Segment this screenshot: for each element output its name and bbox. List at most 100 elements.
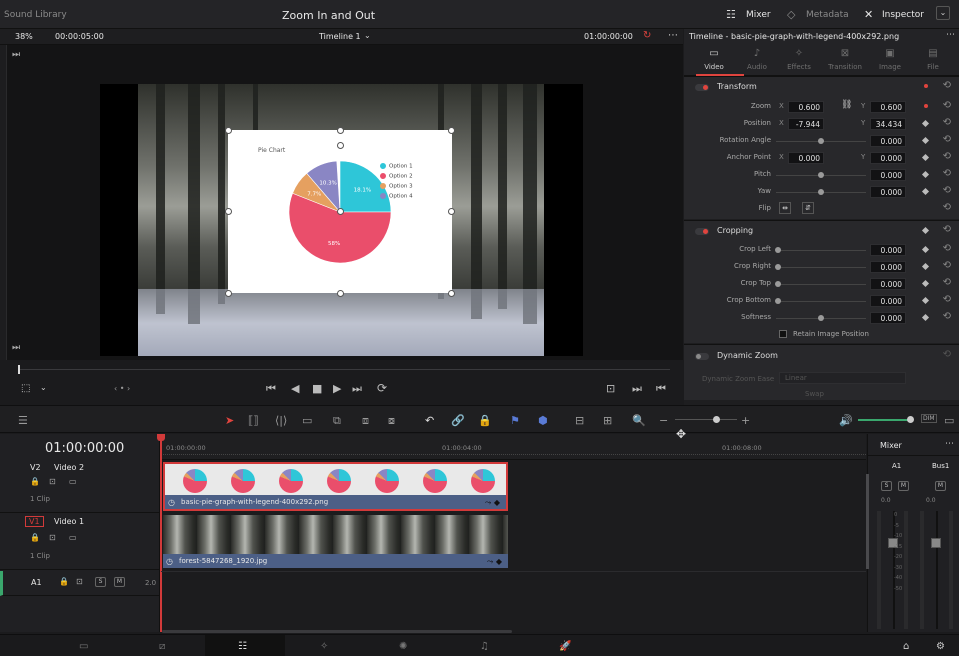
slider-knob[interactable] bbox=[818, 172, 824, 178]
zoom-level[interactable]: 38% bbox=[15, 32, 33, 41]
sound-library-label[interactable]: Sound Library bbox=[4, 10, 67, 20]
retain-checkbox[interactable] bbox=[779, 330, 787, 338]
crop-right-slider[interactable] bbox=[776, 267, 866, 268]
slider-knob[interactable] bbox=[775, 247, 781, 253]
transform-handle[interactable] bbox=[225, 290, 232, 297]
keyframe-icon[interactable] bbox=[924, 84, 928, 88]
zoom-out-icon[interactable]: − bbox=[659, 414, 668, 427]
transform-handle[interactable] bbox=[337, 127, 344, 134]
more-options-icon[interactable]: ⋯ bbox=[945, 439, 954, 449]
keyframe-icon[interactable] bbox=[924, 104, 928, 108]
metadata-icon[interactable]: ◇ bbox=[787, 8, 795, 21]
zoom-full-icon[interactable]: ⊟ bbox=[575, 414, 584, 427]
slider-knob[interactable] bbox=[775, 281, 781, 287]
slider-knob[interactable] bbox=[818, 189, 824, 195]
link-icon[interactable]: ⛓ bbox=[841, 100, 852, 110]
ease-dropdown[interactable]: Linear bbox=[779, 372, 906, 384]
transform-handle[interactable] bbox=[448, 290, 455, 297]
tab-transition[interactable]: ⊠ Transition bbox=[823, 45, 867, 76]
flag-icon[interactable]: ⚑ bbox=[510, 414, 520, 427]
track-v1[interactable]: V1 Video 1 🔒 ⊡ ▭ 1 Clip bbox=[0, 514, 160, 570]
transform-handle[interactable] bbox=[337, 290, 344, 297]
cut-page-icon[interactable]: ⧄ bbox=[159, 641, 165, 652]
marker-icon[interactable]: ⬢ bbox=[538, 414, 548, 427]
slider-knob[interactable] bbox=[775, 298, 781, 304]
metadata-button[interactable]: Metadata bbox=[806, 10, 849, 20]
skip-to-start-icon[interactable]: ⏮ bbox=[266, 382, 276, 396]
zoom-y-field[interactable]: 0.600 bbox=[870, 101, 906, 113]
loop-icon[interactable]: ⟳ bbox=[377, 381, 387, 395]
zoom-custom-icon[interactable]: 🔍 bbox=[632, 414, 646, 427]
speaker-icon[interactable]: ▭ bbox=[944, 414, 954, 427]
volume-slider[interactable] bbox=[858, 419, 910, 421]
media-page-icon[interactable]: ▭ bbox=[79, 641, 88, 652]
transform-mode-icon[interactable]: ⬚ bbox=[21, 383, 30, 394]
crop-left-field[interactable]: 0.000 bbox=[870, 244, 906, 256]
track-v2[interactable]: V2 Video 2 🔒 ⊡ ▭ 1 Clip bbox=[0, 460, 160, 513]
more-options-icon[interactable]: ⋯ bbox=[668, 30, 678, 41]
crop-top-field[interactable]: 0.000 bbox=[870, 278, 906, 290]
keyframe-icon[interactable] bbox=[921, 226, 930, 235]
slider-knob[interactable] bbox=[818, 138, 824, 144]
keyframe-icon[interactable] bbox=[921, 170, 930, 179]
crop-bottom-field[interactable]: 0.000 bbox=[870, 295, 906, 307]
transform-handle[interactable] bbox=[448, 127, 455, 134]
fairlight-page-icon[interactable]: ♫ bbox=[480, 641, 489, 652]
snapping-icon[interactable]: ↶ bbox=[425, 414, 434, 427]
lock-icon[interactable]: 🔒 bbox=[478, 414, 492, 427]
solo-button[interactable]: S bbox=[881, 481, 892, 491]
dynamic-trim-icon[interactable]: ⟨|⟩ bbox=[275, 414, 287, 427]
slider-knob[interactable] bbox=[775, 264, 781, 270]
skip-to-end-icon[interactable]: ⏭ bbox=[352, 382, 362, 396]
mixer-button[interactable]: Mixer bbox=[746, 10, 771, 20]
anchor-y-field[interactable]: 0.000 bbox=[870, 152, 906, 164]
playhead-handle[interactable] bbox=[157, 434, 165, 441]
tab-image[interactable]: ▣ Image bbox=[868, 45, 912, 76]
swap-button[interactable]: Swap bbox=[805, 390, 824, 398]
horizontal-scrollbar[interactable] bbox=[162, 630, 512, 633]
keyframe-icon[interactable] bbox=[921, 245, 930, 254]
chevron-down-icon[interactable]: ⌄ bbox=[40, 383, 47, 392]
volume-knob[interactable] bbox=[907, 416, 914, 423]
fader-bus1[interactable] bbox=[931, 538, 941, 548]
reset-icon[interactable]: ⟲ bbox=[943, 260, 951, 271]
inspector-icon[interactable]: ✕ bbox=[864, 8, 873, 21]
slider-knob[interactable] bbox=[818, 315, 824, 321]
chevron-down-icon[interactable]: ⌄ bbox=[364, 31, 371, 40]
transform-handle[interactable] bbox=[225, 208, 232, 215]
keyframe-icon[interactable] bbox=[921, 187, 930, 196]
position-x-field[interactable]: -7.944 bbox=[788, 118, 824, 130]
timeline-selector[interactable]: Timeline 1 bbox=[319, 32, 361, 41]
keyframe-icon[interactable] bbox=[921, 136, 930, 145]
solo-button[interactable]: S bbox=[95, 577, 106, 587]
track-visible-icon[interactable]: ▭ bbox=[69, 533, 77, 542]
deliver-page-icon[interactable]: 🚀 bbox=[559, 641, 571, 652]
reset-icon[interactable]: ⟲ bbox=[943, 185, 951, 196]
fusion-page-icon[interactable]: ✧ bbox=[320, 641, 328, 652]
keyframe-icon[interactable] bbox=[921, 279, 930, 288]
clip-pie-graph[interactable]: basic-pie-graph-with-legend-400x292.png … bbox=[163, 462, 508, 511]
reset-icon[interactable]: ⟲ bbox=[943, 277, 951, 288]
edit-page-icon[interactable]: ☷ bbox=[238, 641, 247, 652]
crop-right-field[interactable]: 0.000 bbox=[870, 261, 906, 273]
selection-tool-icon[interactable]: ➤ bbox=[225, 414, 234, 427]
tab-video[interactable]: ▭ Video bbox=[692, 45, 744, 76]
dynamic-zoom-toggle[interactable] bbox=[695, 353, 709, 360]
tab-audio[interactable]: ♪ Audio bbox=[735, 45, 779, 76]
settings-gear-icon[interactable]: ⚙ bbox=[936, 641, 945, 652]
clip-forest[interactable]: forest-5847268_1920.jpg ◷ ⤳ ◆ bbox=[163, 515, 508, 568]
zoom-detail-icon[interactable]: ⊞ bbox=[603, 414, 612, 427]
prev-next-edit-icon[interactable]: ‹ • › bbox=[114, 384, 130, 393]
linked-selection-icon[interactable]: 🔗 bbox=[451, 414, 465, 427]
timeline-ruler[interactable]: 01:00:00:00 01:00:04:00 01:00:08:00 bbox=[161, 434, 866, 460]
source-assign-v1[interactable]: V1 bbox=[25, 516, 44, 527]
reset-icon[interactable]: ⟲ bbox=[943, 151, 951, 162]
previous-clip-icon[interactable]: ⏮ bbox=[656, 382, 666, 396]
softness-field[interactable]: 0.000 bbox=[870, 312, 906, 324]
reset-icon[interactable]: ⟲ bbox=[943, 80, 951, 91]
match-frame-icon[interactable]: ⊡ bbox=[606, 382, 615, 395]
reset-icon[interactable]: ⟲ bbox=[943, 100, 951, 111]
lock-icon[interactable]: 🔒 bbox=[30, 477, 40, 486]
volume-icon[interactable]: 🔊 bbox=[839, 414, 853, 427]
overwrite-clip-icon[interactable]: ⧈ bbox=[362, 414, 369, 428]
